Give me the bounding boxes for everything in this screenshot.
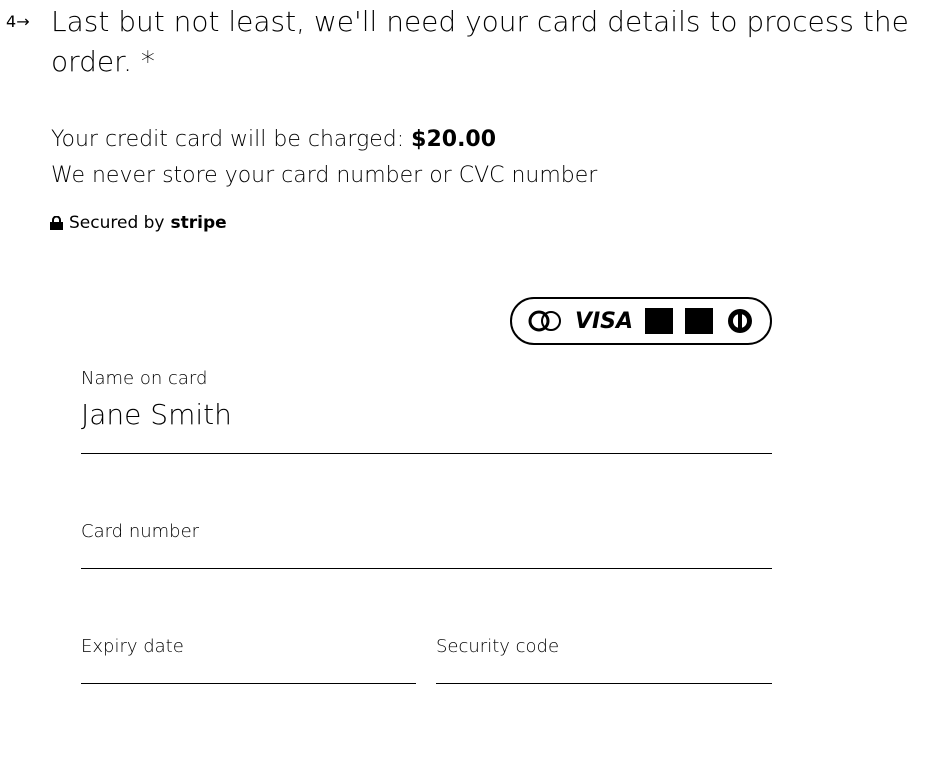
charge-amount: $20.00 <box>411 127 497 152</box>
mastercard-icon <box>528 310 561 332</box>
card-number-label: Card number <box>81 521 200 542</box>
lock-icon <box>50 216 63 230</box>
secured-by-stripe: Secured by stripe <box>50 213 227 233</box>
secured-text: Secured by <box>69 213 165 233</box>
accepted-cards: VISA <box>510 297 772 345</box>
question-number: 4→ <box>6 12 30 31</box>
question-number-text: 4 <box>6 12 17 31</box>
expiry-date-field[interactable]: Expiry date <box>81 636 416 684</box>
name-on-card-input[interactable]: Jane Smith <box>81 395 772 435</box>
arrow-icon: → <box>16 12 30 31</box>
charge-info: Your credit card will be charged: $20.00… <box>51 122 597 194</box>
name-on-card-label: Name on card <box>81 368 208 389</box>
charge-label: Your credit card will be charged: <box>51 127 405 152</box>
stripe-logo: stripe <box>170 213 227 233</box>
visa-icon: VISA <box>574 308 634 334</box>
question-title: Last but not least, we'll need your card… <box>51 5 909 78</box>
security-code-label: Security code <box>436 636 560 657</box>
expiry-date-label: Expiry date <box>81 636 184 657</box>
diners-club-icon <box>728 309 753 333</box>
jcb-icon <box>685 308 714 334</box>
storage-note: We never store your card number or CVC n… <box>51 163 598 188</box>
name-on-card-field[interactable]: Name on card Jane Smith <box>81 368 772 454</box>
security-code-field[interactable]: Security code <box>436 636 772 684</box>
card-number-field[interactable]: Card number <box>81 521 772 569</box>
amex-icon <box>645 308 674 334</box>
